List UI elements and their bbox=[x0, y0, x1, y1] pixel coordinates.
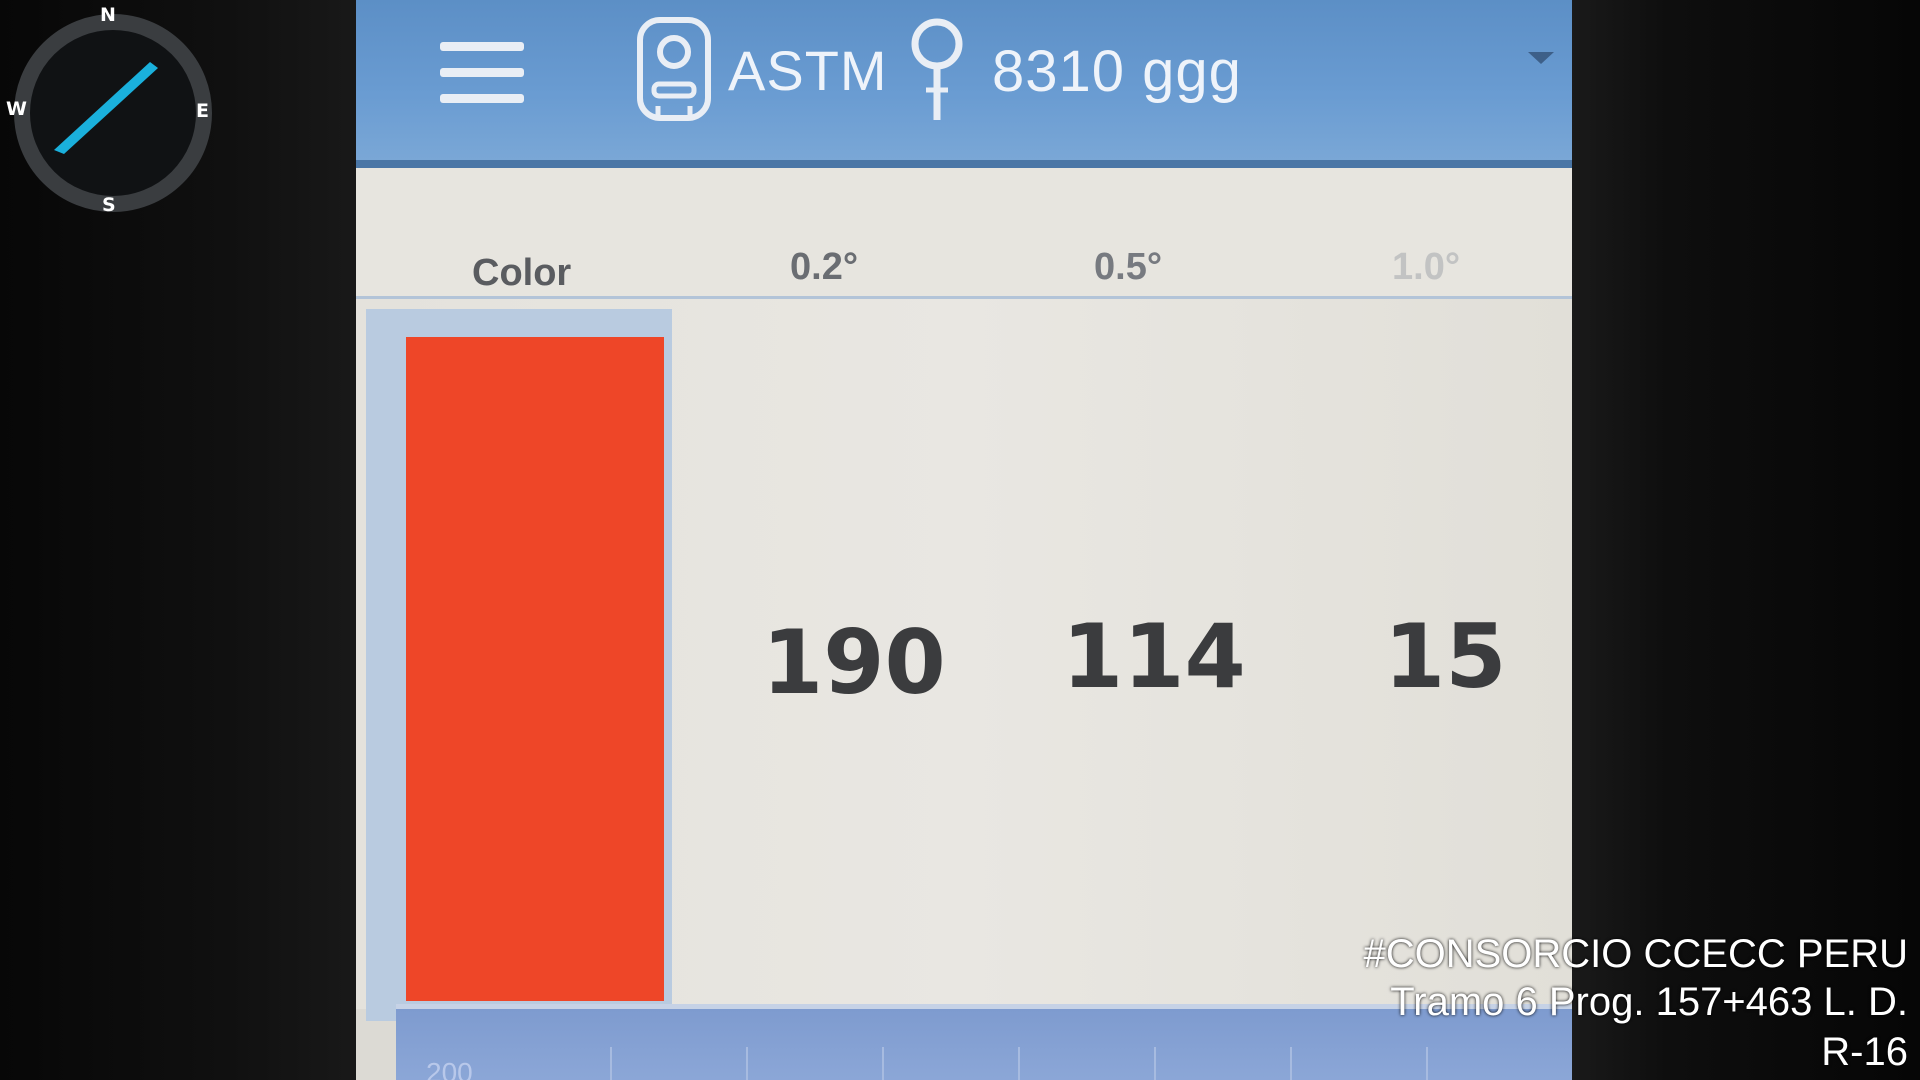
reading-value-0-2: 190 bbox=[762, 611, 946, 714]
watermark-company: #CONSORCIO CCECC PERU bbox=[1363, 932, 1908, 976]
chevron-down-icon[interactable] bbox=[1528, 52, 1554, 64]
app-bar: ASTM 8310 ggg bbox=[356, 0, 1572, 168]
column-header-color: Color bbox=[472, 252, 572, 294]
table-header-row: Color 0.2° 0.5° 1.0° bbox=[356, 168, 1572, 299]
batch-label: 8310 ggg bbox=[992, 39, 1242, 104]
color-swatch bbox=[406, 337, 664, 1001]
chart-gridline bbox=[1018, 1047, 1020, 1080]
chart-gridline bbox=[610, 1047, 612, 1080]
compass-south-label: S bbox=[102, 194, 116, 216]
compass-north-label: N bbox=[100, 4, 116, 26]
watermark-reference: R-16 bbox=[1821, 1030, 1908, 1074]
color-swatch-frame bbox=[366, 309, 672, 1021]
device-icon[interactable] bbox=[632, 14, 716, 124]
chart-tick-label: 200 bbox=[426, 1057, 473, 1080]
chart-gridline bbox=[1426, 1047, 1428, 1080]
compass-west-label: W bbox=[6, 98, 27, 120]
compass-east-label: E bbox=[196, 100, 209, 122]
right-background bbox=[1560, 0, 1920, 1080]
standard-label: ASTM bbox=[728, 39, 888, 102]
watermark-location: Tramo 6 Prog. 157+463 L. D. bbox=[1390, 980, 1908, 1024]
reading-value-1-0: 15 bbox=[1384, 605, 1507, 708]
device-screen: ASTM 8310 ggg Color 0.2° 0.5° 1.0° 190 1… bbox=[356, 0, 1572, 1080]
chart-gridline bbox=[1290, 1047, 1292, 1080]
column-header-0-2: 0.2° bbox=[790, 246, 859, 288]
chart-gridline bbox=[746, 1047, 748, 1080]
compass-widget: N E W S bbox=[4, 4, 212, 216]
compass-needle-icon bbox=[54, 62, 158, 154]
reading-value-0-5: 114 bbox=[1062, 605, 1246, 708]
chart-gridline bbox=[1154, 1047, 1156, 1080]
table-row: 190 114 15 bbox=[356, 299, 1572, 1021]
column-header-0-5: 0.5° bbox=[1094, 246, 1163, 288]
column-header-1-0: 1.0° bbox=[1392, 246, 1461, 288]
pin-icon bbox=[911, 18, 963, 120]
chart-gridline bbox=[882, 1047, 884, 1080]
menu-icon[interactable] bbox=[440, 42, 524, 104]
